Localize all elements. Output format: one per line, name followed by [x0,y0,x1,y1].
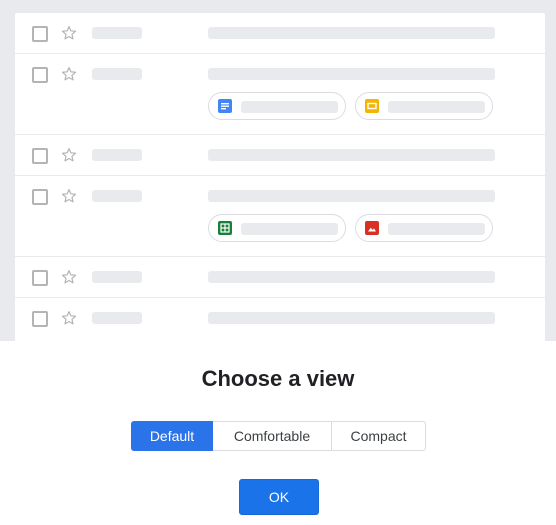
star-icon [61,148,77,162]
attachment-name-placeholder [241,101,338,113]
sender-placeholder [92,68,142,80]
star-icon [61,311,77,325]
sender-placeholder [92,190,142,202]
checkbox-icon [32,67,48,83]
star-icon [61,26,77,40]
sender-placeholder [92,149,142,161]
subject-placeholder [208,271,495,283]
view-option-default[interactable]: Default [131,421,213,451]
list-item [15,257,545,298]
star-icon [61,67,77,81]
sheets-icon [218,221,232,235]
attachment-name-placeholder [388,223,485,235]
list-item [15,135,545,176]
subject-placeholder [208,149,495,161]
attachment-chip [208,92,346,120]
attachment-chip [208,214,346,242]
view-option-comfortable[interactable]: Comfortable [212,421,332,451]
image-icon [365,221,379,235]
sender-placeholder [92,312,142,324]
slides-icon [365,99,379,113]
ok-button[interactable]: OK [239,479,319,515]
attachment-name-placeholder [241,223,338,235]
star-icon [61,270,77,284]
attachment-chip [355,214,493,242]
list-item [15,54,545,135]
inbox-preview [15,13,545,341]
checkbox-icon [32,148,48,164]
sender-placeholder [92,271,142,283]
subject-placeholder [208,27,495,39]
checkbox-icon [32,311,48,327]
attachment-chip [355,92,493,120]
document-icon [218,99,232,113]
subject-placeholder [208,312,495,324]
checkbox-icon [32,189,48,205]
view-selector: Default Comfortable Compact [131,421,426,451]
subject-placeholder [208,190,495,202]
subject-placeholder [208,68,495,80]
view-option-compact[interactable]: Compact [331,421,426,451]
list-item [15,176,545,257]
checkbox-icon [32,270,48,286]
star-icon [61,189,77,203]
checkbox-icon [32,26,48,42]
dialog-title: Choose a view [201,366,355,391]
list-item [15,13,545,54]
attachment-name-placeholder [388,101,485,113]
sender-placeholder [92,27,142,39]
list-item [15,298,545,341]
